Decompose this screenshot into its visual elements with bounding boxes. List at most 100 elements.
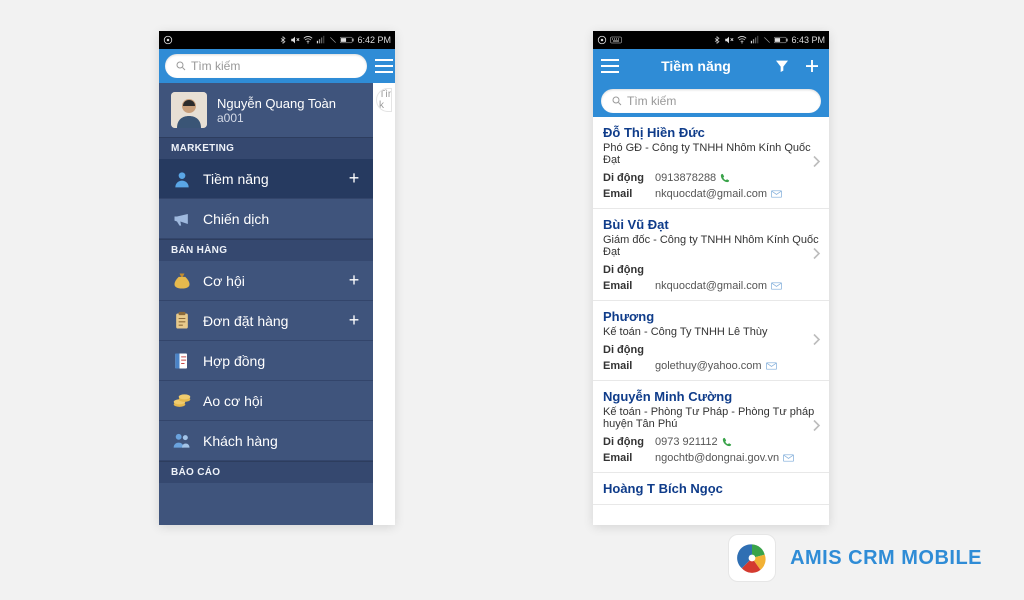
product-branding: AMIS CRM MOBILE: [728, 534, 982, 582]
status-time: 6:43 PM: [791, 35, 825, 45]
mail-icon: [771, 190, 782, 198]
section-marketing: MARKETING: [159, 137, 373, 159]
mobile-label: Di động: [603, 434, 655, 450]
sidebar-item-label: Đơn đặt hàng: [203, 313, 345, 329]
chevron-right-icon: [813, 419, 821, 434]
app-logo-icon: [728, 534, 776, 582]
mute-icon: [290, 35, 300, 45]
mobile-label: Di động: [603, 342, 655, 358]
phone-icon: [722, 437, 732, 447]
sidebar-item-label: Hợp đồng: [203, 353, 363, 369]
contract-icon: [169, 351, 195, 371]
sidebar-item-label: Ao cơ hội: [203, 393, 363, 409]
contact-name: Đỗ Thị Hiền Đức: [603, 125, 819, 140]
sidebar-item-hopdong[interactable]: Hợp đồng: [159, 341, 373, 381]
phone-menu-screen: 6:42 PM Tìm k Tìm kiếm Nguyễn Quang Toàn…: [159, 31, 395, 525]
menu-button[interactable]: [599, 59, 621, 73]
email-label: Email: [603, 186, 655, 202]
contact-subtitle: Kế toán - Phòng Tư Pháp - Phòng Tư pháp …: [603, 406, 819, 430]
sidebar-item-label: Khách hàng: [203, 433, 363, 449]
no-sim-icon: [763, 35, 771, 45]
add-icon[interactable]: +: [345, 310, 363, 331]
sidebar-item-chiendich[interactable]: Chiến dịch: [159, 199, 373, 239]
background-screen-strip: Tìm k: [373, 49, 395, 525]
usb-icon: [597, 35, 607, 45]
profile-code: a001: [217, 111, 336, 125]
chevron-right-icon: [813, 155, 821, 170]
chevron-right-icon: [813, 333, 821, 348]
sidebar-item-dondat[interactable]: Đơn đặt hàng +: [159, 301, 373, 341]
avatar: [171, 92, 207, 128]
section-baocao: BÁO CÁO: [159, 461, 373, 483]
wifi-icon: [737, 35, 747, 45]
contact-subtitle: Kế toán - Công Ty TNHH Lê Thùy: [603, 326, 819, 338]
phone-icon: [720, 173, 730, 183]
person-icon: [169, 169, 195, 189]
contact-item[interactable]: Phương Kế toán - Công Ty TNHH Lê Thùy Di đ…: [593, 301, 829, 381]
status-bar: 6:43 PM: [593, 31, 829, 49]
email-label: Email: [603, 278, 655, 294]
no-sim-icon: [329, 35, 337, 45]
mobile-label: Di động: [603, 170, 655, 186]
bluetooth-icon: [279, 35, 287, 45]
app-logo-text: AMIS CRM MOBILE: [790, 547, 982, 570]
moneybag-icon: [169, 271, 195, 291]
contact-subtitle: Giám đốc - Công ty TNHH Nhôm Kính Quốc Đ…: [603, 234, 819, 258]
contacts-list[interactable]: Đỗ Thị Hiền Đức Phó GĐ - Công ty TNHH Nhô…: [593, 117, 829, 525]
contact-item[interactable]: Bùi Vũ Đạt Giám đốc - Công ty TNHH Nhôm K…: [593, 209, 829, 301]
sidebar-item-label: Chiến dịch: [203, 211, 363, 227]
contact-item[interactable]: Đỗ Thị Hiền Đức Phó GĐ - Công ty TNHH Nhô…: [593, 117, 829, 209]
profile-name: Nguyễn Quang Toàn: [217, 96, 336, 111]
phone-list-screen: 6:43 PM Tiềm năng Tìm kiếm Đỗ Thị Hiền Đ…: [593, 31, 829, 525]
email-label: Email: [603, 450, 655, 466]
search-icon: [175, 60, 187, 72]
app-toolbar: Tiềm năng: [593, 49, 829, 83]
keyboard-icon: [610, 36, 622, 44]
email-label: Email: [603, 358, 655, 374]
contact-item[interactable]: Hoàng T Bích Ngọc: [593, 473, 829, 505]
email-value: nkquocdat@gmail.com: [655, 186, 782, 202]
mail-icon: [783, 454, 794, 462]
search-input[interactable]: Tìm kiếm: [165, 54, 367, 78]
nav-drawer: Tìm kiếm Nguyễn Quang Toàn a001 MARKETIN…: [159, 49, 373, 525]
contact-name: Nguyễn Minh Cường: [603, 389, 819, 404]
peek-search-text: Tìm k: [379, 89, 392, 111]
sidebar-item-khachhang[interactable]: Khách hàng: [159, 421, 373, 461]
search-input[interactable]: Tìm kiếm: [601, 89, 821, 113]
mute-icon: [724, 35, 734, 45]
sidebar-item-label: Tiềm năng: [203, 171, 345, 187]
contact-name: Bùi Vũ Đạt: [603, 217, 819, 232]
add-button[interactable]: [801, 57, 823, 75]
email-value: nkquocdat@gmail.com: [655, 278, 782, 294]
add-icon[interactable]: +: [345, 270, 363, 291]
sidebar-item-cohoi[interactable]: Cơ hội +: [159, 261, 373, 301]
contact-name: Hoàng T Bích Ngọc: [603, 481, 819, 496]
contact-subtitle: Phó GĐ - Công ty TNHH Nhôm Kính Quốc Đạt: [603, 142, 819, 166]
menu-icon: [373, 59, 395, 73]
coins-icon: [169, 391, 195, 411]
filter-button[interactable]: [771, 58, 793, 74]
search-icon: [611, 95, 623, 107]
bluetooth-icon: [713, 35, 721, 45]
contact-item[interactable]: Nguyễn Minh Cường Kế toán - Phòng Tư Pháp…: [593, 381, 829, 473]
search-placeholder: Tìm kiếm: [191, 59, 240, 73]
customers-icon: [169, 431, 195, 451]
email-value: ngochtb@dongnai.gov.vn: [655, 450, 794, 466]
mobile-label: Di động: [603, 262, 655, 278]
chevron-right-icon: [813, 247, 821, 262]
battery-icon: [774, 36, 788, 44]
mail-icon: [771, 282, 782, 290]
add-icon[interactable]: +: [345, 168, 363, 189]
battery-icon: [340, 36, 354, 44]
email-value: golethuy@yahoo.com: [655, 358, 777, 374]
search-placeholder: Tìm kiếm: [627, 94, 676, 108]
section-banhang: BÁN HÀNG: [159, 239, 373, 261]
mail-icon: [766, 362, 777, 370]
clipboard-icon: [169, 311, 195, 331]
sidebar-item-aocohoi[interactable]: Ao cơ hội: [159, 381, 373, 421]
contact-name: Phương: [603, 309, 819, 324]
status-time: 6:42 PM: [357, 35, 391, 45]
status-bar: 6:42 PM: [159, 31, 395, 49]
sidebar-item-tiemnang[interactable]: Tiềm năng +: [159, 159, 373, 199]
profile-block[interactable]: Nguyễn Quang Toàn a001: [159, 83, 373, 137]
